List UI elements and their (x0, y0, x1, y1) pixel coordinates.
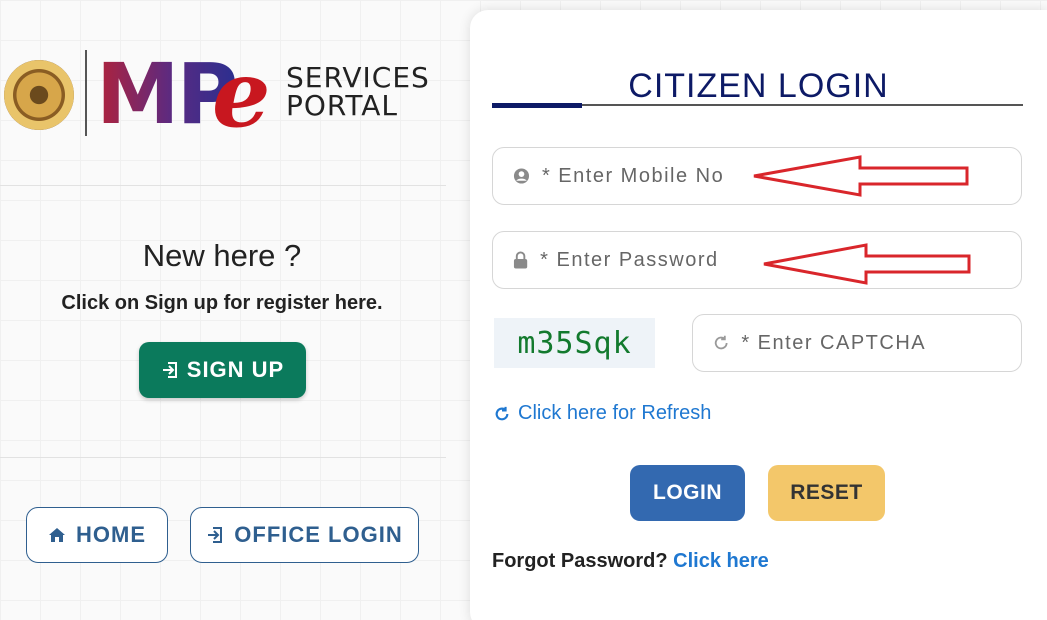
reset-button[interactable]: RESET (768, 465, 885, 521)
lock-icon (513, 251, 528, 269)
brand-divider (85, 50, 87, 136)
home-icon (49, 528, 65, 542)
forgot-password-link[interactable]: Click here (673, 550, 769, 572)
sign-in-icon (208, 527, 223, 543)
login-button[interactable]: LOGIN (630, 465, 745, 521)
brand-services-text: SERVICES (286, 61, 430, 94)
forgot-password-text: Forgot Password? (492, 550, 668, 572)
refresh-captcha-label: Click here for Refresh (518, 402, 712, 424)
annotation-arrow-mobile (753, 155, 969, 197)
divider-bottom (0, 457, 446, 458)
signup-button[interactable]: SIGN UP (139, 342, 306, 398)
refresh-icon (495, 406, 509, 420)
sign-in-icon (162, 362, 177, 378)
refresh-icon (714, 335, 728, 350)
state-emblem-icon (4, 60, 74, 130)
forgot-password: Forgot Password? Click here (492, 550, 769, 573)
home-button[interactable]: HOME (26, 507, 168, 563)
office-login-button-label: OFFICE LOGIN (234, 522, 403, 547)
refresh-captcha-link[interactable]: Click here for Refresh (494, 402, 711, 425)
brand-portal-text: PORTAL (286, 89, 399, 122)
office-login-button[interactable]: OFFICE LOGIN (190, 507, 419, 563)
title-underline-accent (492, 103, 582, 108)
login-title: CITIZEN LOGIN (628, 67, 889, 105)
signup-button-label: SIGN UP (186, 357, 285, 382)
home-button-label: HOME (76, 522, 146, 547)
signup-hint-text: Click on Sign up for register here. (61, 292, 383, 314)
divider-top (0, 185, 446, 186)
annotation-arrow-password (763, 243, 971, 285)
left-panel: MP e SERVICES PORTAL New here ? Click on… (0, 0, 446, 620)
captcha-image: m35Sqk (494, 318, 655, 368)
user-circle-icon (513, 168, 530, 184)
captcha-input[interactable] (741, 331, 1021, 355)
new-here-heading: New here ? (142, 238, 302, 273)
brand-e-text: e (212, 40, 271, 148)
login-card: CITIZEN LOGIN m35Sqk Click here for Refr… (470, 10, 1047, 620)
captcha-field[interactable] (692, 314, 1022, 372)
brand-logo: MP e SERVICES PORTAL (0, 42, 446, 142)
